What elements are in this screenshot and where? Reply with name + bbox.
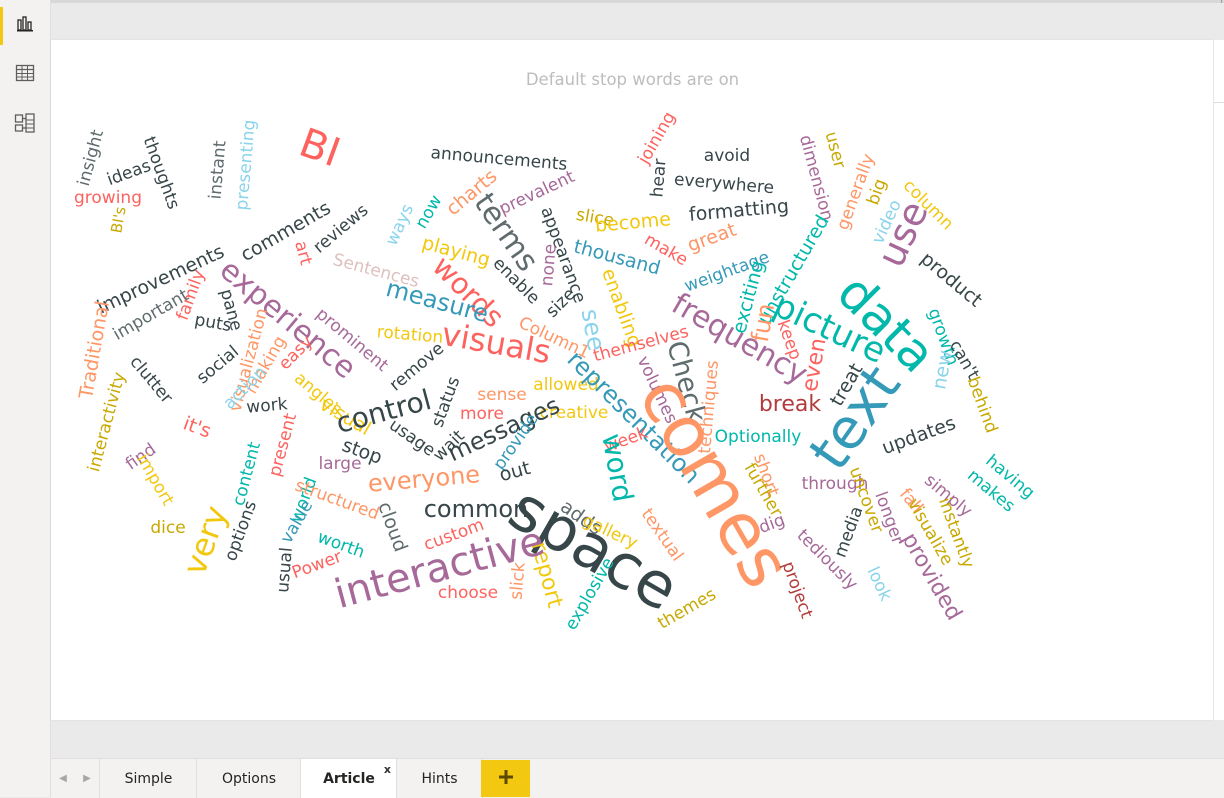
cloud-word[interactable]: presenting [232, 119, 260, 211]
cloud-word[interactable]: BI [293, 120, 346, 177]
tab-options[interactable]: Options [196, 759, 301, 798]
tab-simple[interactable]: Simple [99, 759, 197, 798]
cloud-word[interactable]: now [412, 192, 447, 232]
tab-label: Simple [124, 770, 173, 787]
cloud-word[interactable]: project [778, 559, 817, 622]
chevron-left-icon: ◀ [59, 773, 67, 784]
cloud-word[interactable]: import [132, 451, 178, 510]
cloud-word[interactable]: BI's [107, 205, 129, 235]
cloud-word[interactable]: status [428, 374, 465, 430]
cloud-word[interactable]: user [821, 129, 850, 170]
cloud-word[interactable]: everywhere [673, 170, 775, 199]
cloud-word[interactable]: clutter [125, 352, 176, 407]
tab-label: Options [221, 770, 277, 787]
data-view-button[interactable] [0, 52, 50, 98]
report-view-icon [15, 14, 35, 38]
cloud-word[interactable]: present [265, 411, 301, 479]
model-view-icon [14, 112, 36, 138]
cloud-word[interactable]: growing [74, 188, 142, 208]
report-view-button[interactable] [0, 3, 50, 49]
cloud-word[interactable]: sense [477, 385, 526, 405]
tab-label: Hints [421, 770, 458, 787]
cloud-word[interactable]: value [277, 497, 318, 547]
cloud-word[interactable]: hear [647, 158, 670, 198]
cloud-word[interactable]: dice [150, 518, 185, 538]
cloud-word[interactable]: slick [506, 561, 529, 600]
tab-hints[interactable]: Hints [396, 759, 483, 798]
data-view-icon [15, 63, 35, 87]
cloud-word[interactable]: media [831, 504, 868, 561]
view-switcher-rail [0, 0, 51, 797]
cloud-word[interactable]: it's [180, 412, 214, 442]
cloud-word[interactable]: choose [438, 583, 498, 603]
scroll-right-button[interactable]: ▶ [75, 759, 99, 798]
cloud-word[interactable]: avoid [704, 146, 750, 166]
cloud-word[interactable]: large [318, 454, 361, 474]
page-tabs-bar: ◀ ▶ Simple Options Article x Hints [51, 758, 1224, 798]
cloud-word[interactable]: product [916, 248, 986, 312]
cloud-word[interactable]: everyone [367, 460, 481, 498]
cloud-word[interactable]: announcements [430, 143, 568, 175]
cloud-word[interactable]: none [537, 243, 561, 287]
cloud-word[interactable]: instant [205, 139, 230, 200]
chevron-right-icon: ▶ [83, 773, 91, 784]
plus-icon [498, 769, 513, 788]
cloud-word[interactable]: cloud [373, 499, 411, 555]
cloud-word[interactable]: content [229, 440, 265, 508]
cloud-word[interactable]: behind [963, 374, 1002, 436]
close-tab-button[interactable]: x [384, 763, 391, 776]
scroll-left-button[interactable]: ◀ [51, 759, 75, 798]
cloud-word[interactable]: break [759, 392, 822, 417]
cloud-word[interactable]: look [862, 564, 895, 605]
add-page-button[interactable] [481, 760, 530, 797]
cloud-word[interactable]: even [798, 336, 832, 394]
model-view-button[interactable] [0, 102, 50, 148]
filters-pane-edge[interactable] [1213, 40, 1224, 720]
word-cloud-visual[interactable]: insightgrowingideasthoughtsBI'sinstant pr… [51, 40, 1214, 720]
tab-label: Article [323, 770, 375, 787]
cloud-word[interactable]: ways [382, 201, 418, 249]
tab-article[interactable]: Article x [300, 759, 397, 798]
cloud-word[interactable]: formatting [688, 195, 790, 226]
cloud-word[interactable]: insight [74, 127, 108, 188]
report-page: Default stop words are on insight growing… [51, 40, 1214, 720]
